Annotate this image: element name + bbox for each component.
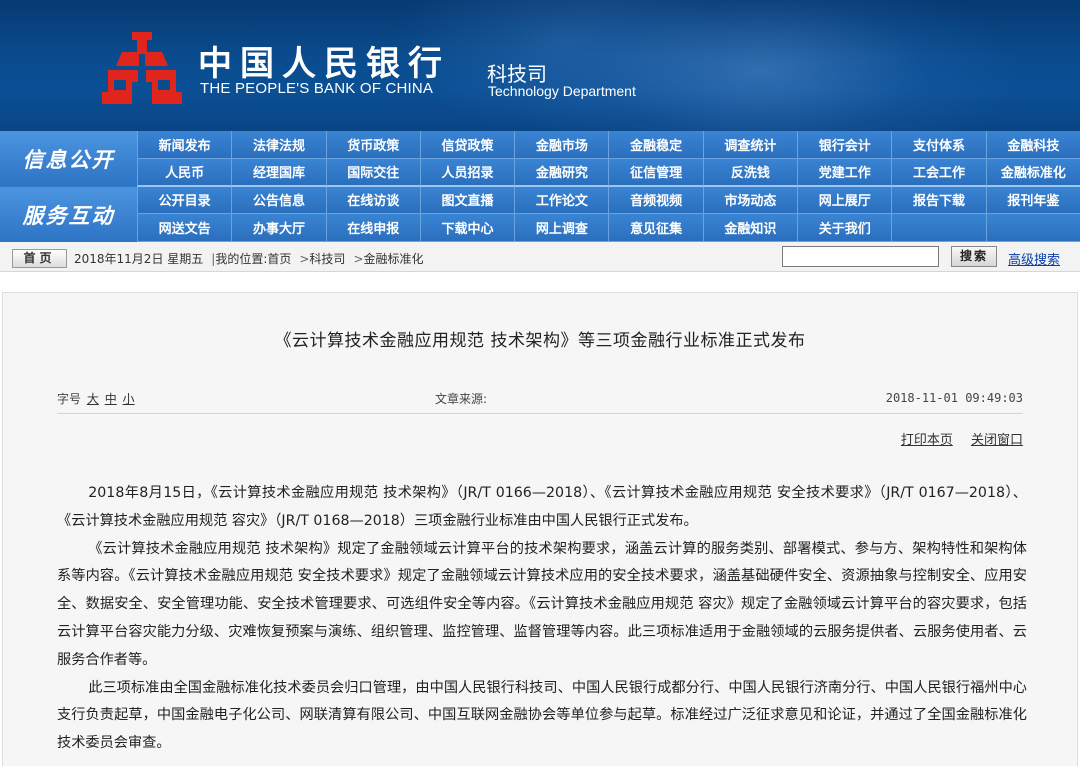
nav-item[interactable]: 市场动态 <box>702 186 798 215</box>
advanced-search-link[interactable]: 高级搜索 <box>1008 249 1060 268</box>
print-page-link[interactable]: 打印本页 <box>901 433 953 448</box>
font-size-label: 字号 <box>57 392 82 406</box>
nav-item[interactable]: 法律法规 <box>231 131 326 159</box>
font-size-small-link[interactable]: 小 <box>123 392 135 406</box>
article-source: 文章来源: <box>435 392 488 406</box>
bank-name-cn: 中国人民银行 <box>198 44 450 84</box>
article-title: 《云计算技术金融应用规范 技术架构》等三项金融行业标准正式发布 <box>274 331 806 351</box>
nav-item[interactable]: 网送文告 <box>137 214 232 242</box>
department-name-en: Technology Department <box>488 83 636 99</box>
nav-item[interactable]: 工会工作 <box>891 158 986 187</box>
nav-item[interactable]: 党建工作 <box>797 158 892 187</box>
article-actions: 打印本页 关闭窗口 <box>887 429 1023 448</box>
nav-grid: 新闻发布 法律法规 货币政策 信贷政策 金融市场 金融稳定 调查统计 银行会计 … <box>137 131 1080 242</box>
nav-item[interactable]: 工作论文 <box>514 186 609 215</box>
search-button[interactable]: 搜索 <box>951 246 997 267</box>
article-paragraph: 《云计算技术金融应用规范 技术架构》规定了金融领域云计算平台的技术架构要求，涵盖… <box>57 540 1027 668</box>
nav-item[interactable]: 金融市场 <box>514 131 609 159</box>
nav-item[interactable]: 报刊年鉴 <box>985 186 1080 215</box>
close-window-link[interactable]: 关闭窗口 <box>971 433 1023 448</box>
article-datetime: 2018-11-01 09:49:03 <box>885 391 1023 405</box>
nav-item[interactable]: 公开目录 <box>137 186 232 215</box>
nav-item[interactable]: 经理国库 <box>231 158 326 187</box>
breadcrumb-department[interactable]: 科技司 <box>309 252 345 266</box>
home-button[interactable]: 首页 <box>12 249 67 268</box>
nav-item-empty <box>891 214 986 242</box>
pboc-logo-icon <box>102 32 182 104</box>
nav-item[interactable]: 金融知识 <box>702 214 798 242</box>
current-date: 2018年11月2日 星期五 <box>74 252 204 266</box>
nav-item[interactable]: 金融标准化 <box>985 158 1080 187</box>
main-navigation: 信息公开 服务互动 新闻发布 法律法规 货币政策 信贷政策 金融市场 金融稳定 … <box>0 131 1080 242</box>
nav-item[interactable]: 公告信息 <box>231 186 326 215</box>
nav-item[interactable]: 征信管理 <box>608 158 703 187</box>
breadcrumb-separator-icon: > <box>299 252 310 266</box>
nav-item[interactable]: 办事大厅 <box>231 214 326 242</box>
nav-section-service-interaction[interactable]: 服务互动 <box>0 187 137 242</box>
font-size-controls: 字号 大 中 小 <box>57 390 135 407</box>
nav-item[interactable]: 报告下载 <box>891 186 986 215</box>
bank-name-en: THE PEOPLE'S BANK OF CHINA <box>200 80 434 97</box>
article-paragraph: 2018年8月15日，《云计算技术金融应用规范 技术架构》（JR/T 0166—… <box>57 485 1027 529</box>
nav-item[interactable]: 关于我们 <box>797 214 892 242</box>
nav-item[interactable]: 图文直播 <box>419 186 515 215</box>
font-size-medium-link[interactable]: 中 <box>105 392 117 406</box>
nav-item[interactable]: 人民币 <box>137 158 232 187</box>
nav-item[interactable]: 意见征集 <box>608 214 703 242</box>
nav-item[interactable]: 银行会计 <box>797 131 892 159</box>
nav-item[interactable]: 货币政策 <box>325 131 420 159</box>
breadcrumb-home[interactable]: 我的位置:首页 <box>215 252 291 266</box>
nav-item[interactable]: 音频视频 <box>608 186 703 215</box>
nav-item[interactable]: 金融科技 <box>985 131 1080 159</box>
nav-item[interactable]: 网上展厅 <box>797 186 892 215</box>
nav-item[interactable]: 在线申报 <box>325 214 420 242</box>
font-size-large-link[interactable]: 大 <box>87 392 99 406</box>
nav-item[interactable]: 人员招录 <box>419 158 515 187</box>
article-body: 2018年8月15日，《云计算技术金融应用规范 技术架构》（JR/T 0166—… <box>57 480 1027 758</box>
search-input[interactable] <box>782 246 939 267</box>
nav-item[interactable]: 在线访谈 <box>325 186 420 215</box>
nav-item-empty <box>985 214 1080 242</box>
breadcrumb-separator-icon: > <box>353 252 364 266</box>
nav-item[interactable]: 新闻发布 <box>137 131 232 159</box>
nav-item[interactable]: 金融稳定 <box>608 131 703 159</box>
nav-item[interactable]: 网上调查 <box>514 214 609 242</box>
nav-item[interactable]: 金融研究 <box>514 158 609 187</box>
breadcrumb-current[interactable]: 金融标准化 <box>364 252 424 266</box>
site-banner: 中国人民银行 THE PEOPLE'S BANK OF CHINA 科技司 Te… <box>0 0 1080 131</box>
nav-item[interactable]: 调查统计 <box>702 131 798 159</box>
nav-item[interactable]: 国际交往 <box>325 158 420 187</box>
article-paragraph: 此三项标准由全国金融标准化技术委员会归口管理，由中国人民银行科技司、中国人民银行… <box>57 679 1027 752</box>
article-meta: 字号 大 中 小 文章来源: 2018-11-01 09:49:03 <box>57 390 1023 414</box>
breadcrumb: 2018年11月2日 星期五 |我的位置:首页 >科技司 >金融标准化 <box>74 250 424 267</box>
nav-item[interactable]: 下载中心 <box>419 214 515 242</box>
nav-item[interactable]: 支付体系 <box>891 131 986 159</box>
nav-item[interactable]: 反洗钱 <box>702 158 798 187</box>
nav-item[interactable]: 信贷政策 <box>419 131 515 159</box>
nav-section-info-disclosure[interactable]: 信息公开 <box>0 131 137 186</box>
